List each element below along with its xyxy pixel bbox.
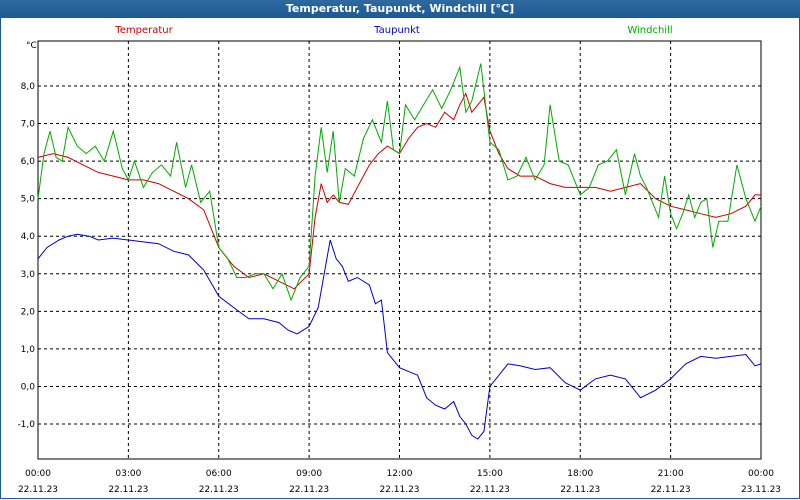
y-tick-label: 0,0 (21, 382, 36, 392)
x-tick-time: 00:00 (748, 469, 774, 479)
x-tick-time: 18:00 (567, 469, 593, 479)
y-tick-label: 5,0 (21, 195, 36, 205)
x-tick-date: 22.11.23 (199, 485, 239, 495)
y-axis: -1,0 0,0 1,0 2,0 3,0 4,0 5,0 6,0 7,0 8,0 (17, 82, 35, 430)
x-tick-date: 22.11.23 (470, 485, 510, 495)
y-tick-label: 6,0 (21, 157, 36, 167)
y-axis-label: °C (26, 41, 37, 51)
x-tick-date: 22.11.23 (18, 485, 58, 495)
line-chart: -1,0 0,0 1,0 2,0 3,0 4,0 5,0 6,0 7,0 8,0 00:00 22.… (17, 25, 781, 495)
grid-lines (38, 41, 761, 459)
x-tick-time: 03:00 (115, 469, 141, 479)
y-tick-label: 7,0 (21, 120, 36, 130)
y-tick-label: 3,0 (21, 270, 36, 280)
y-tick-label: 8,0 (21, 82, 36, 92)
x-axis: 00:00 22.11.23 03:00 22.11.23 06:00 22.11.23 0… (18, 469, 781, 495)
x-tick-time: 00:00 (25, 469, 51, 479)
x-tick-date: 22.11.23 (379, 485, 419, 495)
x-tick-time: 21:00 (658, 469, 684, 479)
legend-windchill: Windchill (627, 25, 672, 36)
x-tick-date: 22.11.23 (651, 485, 691, 495)
x-tick-time: 15:00 (477, 469, 503, 479)
legend-temperatur: Temperatur (114, 25, 173, 36)
x-tick-time: 12:00 (387, 469, 413, 479)
y-tick-label: 2,0 (21, 307, 36, 317)
x-tick-date: 22.11.23 (108, 485, 148, 495)
x-tick-time: 09:00 (296, 469, 322, 479)
x-tick-date: 22.11.23 (560, 485, 600, 495)
y-tick-label: -1,0 (17, 420, 35, 430)
x-tick-date: 22.11.23 (289, 485, 329, 495)
x-tick-time: 06:00 (206, 469, 232, 479)
y-tick-label: 4,0 (21, 232, 36, 242)
y-tick-label: 1,0 (21, 345, 36, 355)
legend-taupunkt: Taupunkt (373, 25, 420, 36)
x-tick-date: 23.11.23 (741, 485, 781, 495)
